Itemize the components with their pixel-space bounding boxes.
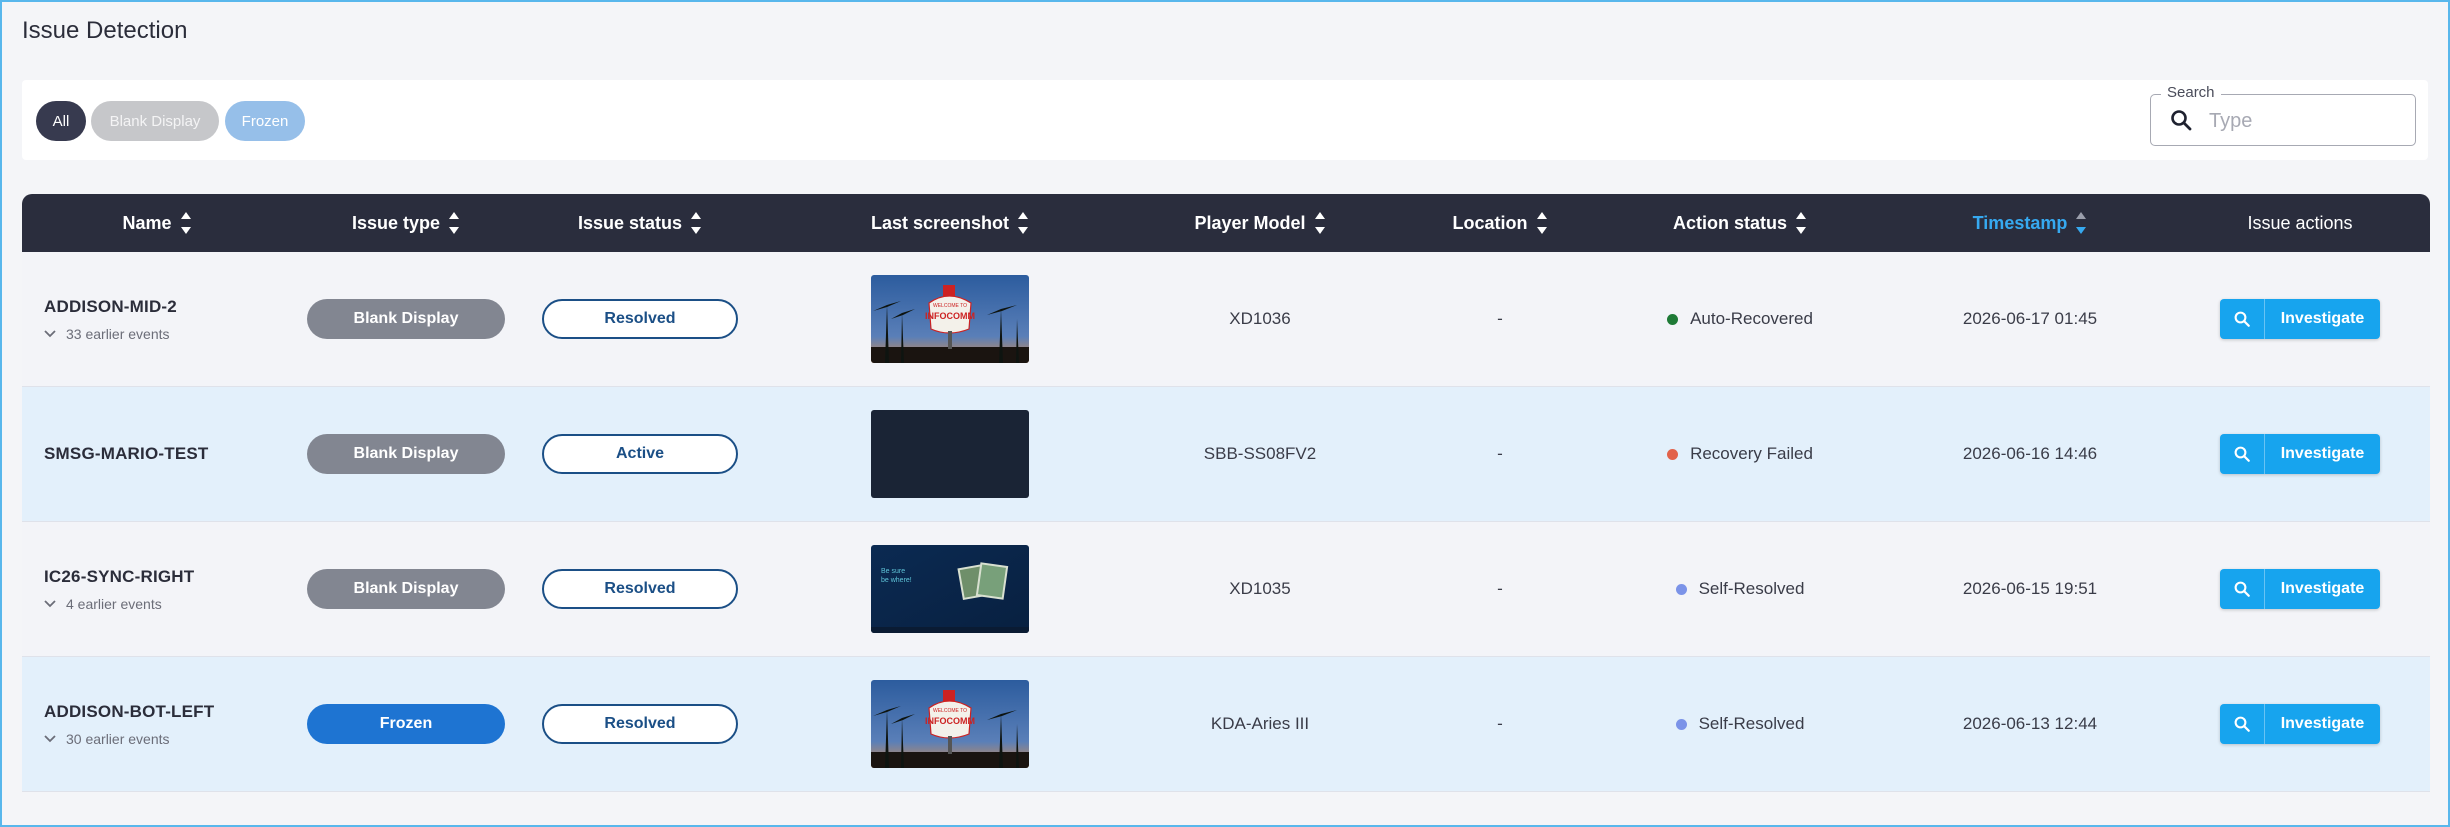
earlier-events-toggle[interactable]: 30 earlier events (44, 731, 214, 747)
table-row: SMSG-MARIO-TEST Blank Display Active SBB… (22, 387, 2430, 522)
table-row: IC26-SYNC-RIGHT 4 earlier events Blank D… (22, 522, 2430, 657)
timestamp: 2026-06-13 12:44 (1962, 714, 2098, 733)
thumb-slide-line2: be where! (881, 577, 912, 584)
search-input[interactable] (2207, 105, 2401, 137)
sort-icon (1796, 212, 1806, 234)
sort-icon (1536, 212, 1547, 234)
issues-table: Name Issue type Issue status Last screen… (22, 194, 2430, 792)
thumb-sign-line1: WELCOME TO (933, 708, 967, 714)
investigate-button[interactable]: Investigate (2220, 704, 2380, 744)
timestamp: 2026-06-16 14:46 (1962, 444, 2098, 463)
column-header-last-screenshot[interactable]: Last screenshot (790, 194, 1110, 252)
page-title: Issue Detection (22, 17, 188, 44)
timestamp: 2026-06-15 19:51 (1962, 579, 2098, 598)
screenshot-thumbnail[interactable]: WELCOME TO INFOCOMM (871, 680, 1029, 768)
thumb-sign-line2: INFOCOMM (925, 311, 975, 321)
screenshot-thumbnail[interactable]: Be sure be where! (871, 545, 1029, 633)
row-name: SMSG-MARIO-TEST (44, 444, 209, 463)
earlier-events-toggle[interactable]: 33 earlier events (44, 326, 177, 342)
search-icon (2171, 110, 2192, 131)
search-label: Search (2161, 84, 2221, 101)
thumb-sign-line2: INFOCOMM (925, 716, 975, 726)
chevron-down-icon (44, 329, 56, 337)
location: - (1497, 579, 1503, 598)
search-icon (2234, 716, 2250, 732)
filter-chip-blank-display[interactable]: Blank Display (91, 101, 219, 141)
table-row: ADDISON-BOT-LEFT 30 earlier events Froze… (22, 657, 2430, 792)
investigate-button[interactable]: Investigate (2220, 434, 2380, 474)
earlier-events-toggle[interactable]: 4 earlier events (44, 596, 194, 612)
sort-icon (180, 212, 191, 234)
column-header-issue-status[interactable]: Issue status (520, 194, 760, 252)
filter-bar: All Blank Display Frozen Search (22, 80, 2428, 160)
status-dot (1667, 448, 1679, 460)
status-dot (1667, 313, 1679, 325)
sort-desc-icon (2076, 212, 2087, 234)
player-model: XD1036 (1229, 309, 1291, 328)
filter-chip-all[interactable]: All (36, 101, 86, 141)
sort-icon (691, 212, 702, 234)
filter-chip-frozen[interactable]: Frozen (225, 101, 305, 141)
issue-type-badge: Blank Display (307, 434, 505, 474)
thumb-slide-line1: Be sure (881, 568, 905, 575)
column-header-issue-actions: Issue actions (2247, 212, 2353, 233)
investigate-button[interactable]: Investigate (2220, 569, 2380, 609)
issue-type-badge: Frozen (307, 704, 505, 744)
sort-icon (1018, 212, 1029, 234)
action-status: Auto-Recovered (1590, 252, 1890, 386)
search-box[interactable]: Search (2150, 84, 2416, 146)
location: - (1497, 714, 1503, 733)
column-header-location[interactable]: Location (1410, 194, 1590, 252)
location: - (1497, 444, 1503, 463)
column-header-issue-type[interactable]: Issue type (292, 194, 520, 252)
issue-status-badge: Resolved (542, 299, 738, 339)
table-header: Name Issue type Issue status Last screen… (22, 194, 2430, 252)
player-model: KDA-Aries III (1210, 714, 1310, 733)
column-header-player-model[interactable]: Player Model (1110, 194, 1410, 252)
action-status: Recovery Failed (1590, 387, 1890, 521)
search-icon (2234, 446, 2250, 462)
thumb-sign-line1: WELCOME TO (933, 303, 967, 309)
row-name: IC26-SYNC-RIGHT (44, 566, 195, 586)
chevron-down-icon (44, 734, 56, 742)
column-header-name[interactable]: Name (22, 194, 292, 252)
screenshot-thumbnail[interactable]: WELCOME TO INFOCOMM (871, 275, 1029, 363)
action-status: Self-Resolved (1590, 657, 1890, 791)
timestamp: 2026-06-17 01:45 (1962, 309, 2098, 328)
row-name: ADDISON-BOT-LEFT (44, 701, 215, 721)
chevron-down-icon (44, 599, 56, 607)
location: - (1497, 309, 1503, 328)
issue-status-badge: Resolved (542, 704, 738, 744)
issue-status-badge: Active (542, 434, 738, 474)
action-status: Self-Resolved (1590, 522, 1890, 656)
column-header-action-status[interactable]: Action status (1590, 194, 1890, 252)
status-dot (1675, 583, 1687, 595)
screenshot-thumbnail[interactable] (871, 410, 1029, 498)
status-dot (1675, 718, 1687, 730)
row-name: ADDISON-MID-2 (44, 296, 177, 316)
investigate-button[interactable]: Investigate (2220, 299, 2380, 339)
issue-status-badge: Resolved (542, 569, 738, 609)
player-model: SBB-SS08FV2 (1203, 444, 1317, 463)
issue-type-badge: Blank Display (307, 569, 505, 609)
sort-icon (1314, 212, 1325, 234)
issue-type-badge: Blank Display (307, 299, 505, 339)
search-icon (2234, 581, 2250, 597)
player-model: XD1035 (1229, 579, 1291, 598)
search-icon (2234, 311, 2250, 327)
table-row: ADDISON-MID-2 33 earlier events Blank Di… (22, 252, 2430, 387)
sort-icon (449, 212, 460, 234)
column-header-timestamp[interactable]: Timestamp (1890, 194, 2170, 252)
